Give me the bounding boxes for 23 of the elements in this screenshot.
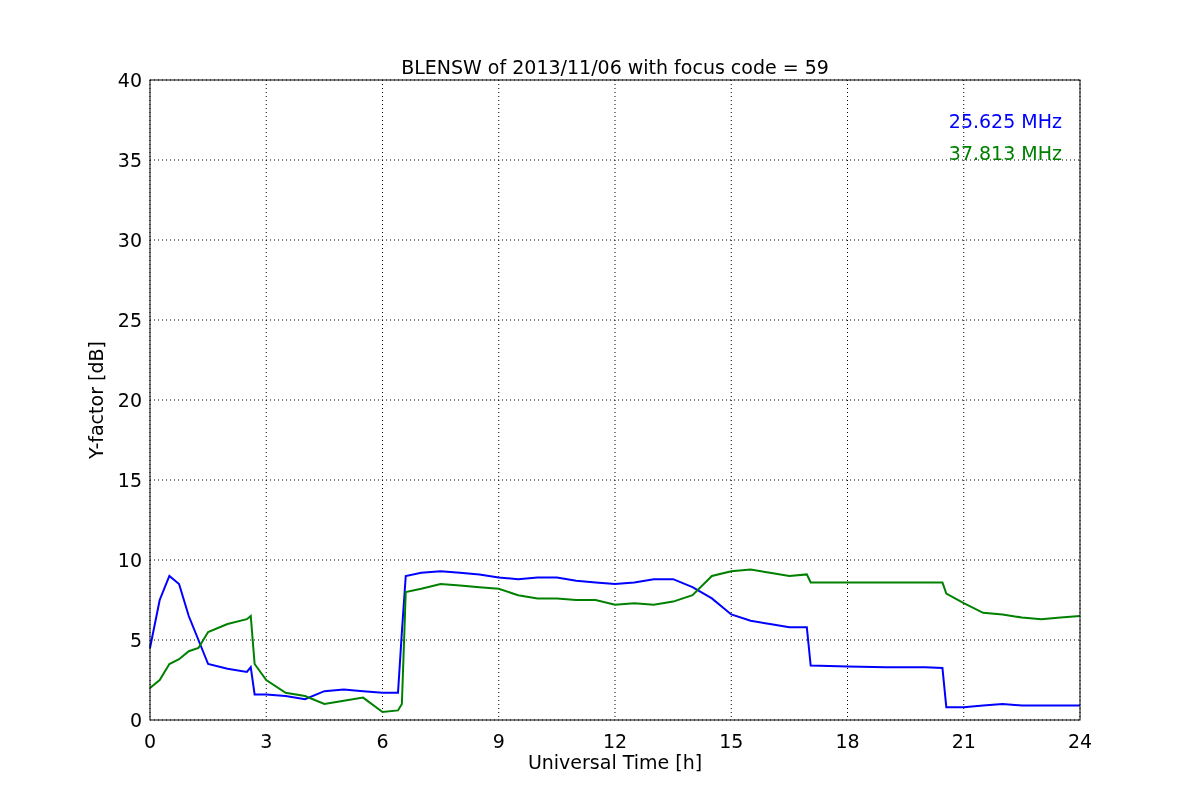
x-axis-label: Universal Time [h]: [527, 751, 703, 773]
y-axis-label: Y-factor [dB]: [85, 341, 107, 459]
x-tick-label: 0: [143, 730, 157, 752]
y-tick-label: 5: [129, 629, 142, 651]
y-tick-label: 30: [117, 229, 142, 251]
chart-title: BLENSW of 2013/11/06 with focus code = 59: [401, 56, 829, 78]
y-tick-label: 10: [117, 549, 142, 571]
legend-label: 25.625 MHz: [948, 110, 1062, 132]
y-tick-label: 15: [117, 469, 142, 491]
x-tick-label: 24: [1067, 730, 1093, 752]
y-tick-label: 0: [129, 709, 142, 731]
x-tick-label: 18: [835, 730, 860, 752]
legend-label: 37.813 MHz: [948, 142, 1062, 164]
y-tick-label: 25: [117, 309, 142, 331]
x-tick-label: 21: [951, 730, 976, 752]
x-tick-label: 6: [376, 730, 389, 752]
y-tick-label: 40: [117, 69, 142, 91]
y-tick-label: 35: [117, 149, 142, 171]
x-tick-label: 15: [719, 730, 744, 752]
x-tick-label: 12: [602, 730, 628, 752]
y-tick-label: 20: [117, 389, 142, 411]
x-tick-label: 3: [260, 730, 273, 752]
x-tick-label: 9: [492, 730, 505, 752]
